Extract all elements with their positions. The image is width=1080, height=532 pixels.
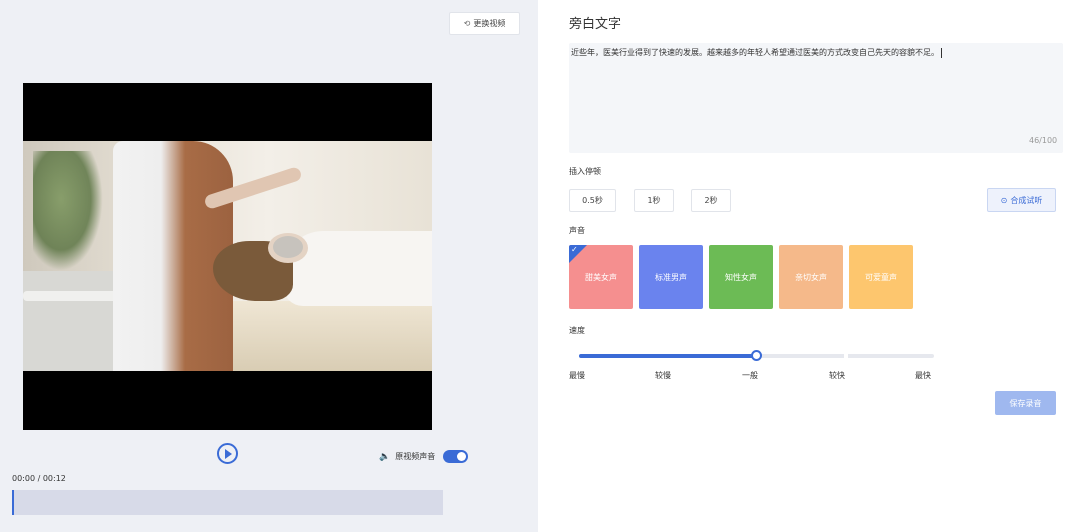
toggle-knob [457, 452, 467, 461]
replace-video-label: 更换视频 [473, 19, 506, 28]
video-panel: ⟲ 更换视频 🔈 原视频声音 00:00 / 00:12 [0, 0, 538, 532]
text-caret [941, 47, 942, 58]
voice-option-kind-female[interactable]: 亲切女声 [779, 245, 843, 309]
original-audio-toggle[interactable] [443, 450, 469, 463]
play-circle-icon: ⊙ [1000, 195, 1008, 205]
narration-textarea[interactable]: 近些年，医美行业得到了快速的发展。越来越多的年轻人希望通过医美的方式改变自己先天… [569, 43, 1063, 153]
refresh-icon: ⟲ [463, 19, 471, 28]
narration-panel: 旁白文字 近些年，医美行业得到了快速的发展。越来越多的年轻人希望通过医美的方式改… [538, 0, 1080, 532]
pause-button-2s[interactable]: 2秒 [691, 189, 731, 212]
voice-option-sweet-female[interactable]: ✓ 甜美女声 [569, 245, 633, 309]
voice-label: 声音 [569, 226, 585, 235]
video-frame [23, 141, 432, 371]
speed-label: 速度 [569, 326, 585, 335]
replace-video-button[interactable]: ⟲ 更换视频 [449, 12, 520, 35]
speaker-icon: 🔈 [379, 451, 391, 462]
section-title: 旁白文字 [569, 17, 622, 32]
speed-level-fastest: 最快 [915, 371, 931, 380]
time-display: 00:00 / 00:12 [12, 474, 66, 483]
pause-button-1s[interactable]: 1秒 [634, 189, 674, 212]
speed-level-slowest: 最慢 [569, 371, 585, 380]
speed-slider-knob[interactable] [751, 350, 762, 361]
save-recording-button[interactable]: 保存录音 [995, 391, 1056, 415]
voice-option-standard-male[interactable]: 标准男声 [639, 245, 703, 309]
speed-level-normal: 一般 [742, 371, 758, 380]
synthesize-preview-button[interactable]: ⊙ 合成试听 [987, 188, 1056, 212]
original-audio-control: 🔈 原视频声音 [379, 450, 469, 463]
speed-level-slow: 较慢 [655, 371, 671, 380]
video-preview[interactable] [23, 83, 432, 430]
checkmark-icon: ✓ [571, 245, 578, 254]
playhead[interactable] [12, 490, 14, 515]
speed-level-fast: 较快 [829, 371, 845, 380]
narration-text: 近些年，医美行业得到了快速的发展。越来越多的年轻人希望通过医美的方式改变自己先天… [571, 48, 939, 57]
speed-slider-fill [579, 354, 756, 358]
play-button[interactable] [217, 443, 238, 464]
speed-slider-gap [844, 354, 848, 358]
voice-option-intellectual-female[interactable]: 知性女声 [709, 245, 773, 309]
char-counter: 46/100 [1029, 136, 1058, 145]
play-icon [225, 448, 232, 459]
insert-pause-label: 插入停顿 [569, 167, 601, 176]
voice-option-cute-child[interactable]: 可爱童声 [849, 245, 913, 309]
timeline-track[interactable] [12, 490, 443, 515]
pause-button-0-5s[interactable]: 0.5秒 [569, 189, 616, 212]
original-audio-label: 原视频声音 [395, 452, 436, 461]
speed-slider[interactable] [579, 350, 934, 361]
